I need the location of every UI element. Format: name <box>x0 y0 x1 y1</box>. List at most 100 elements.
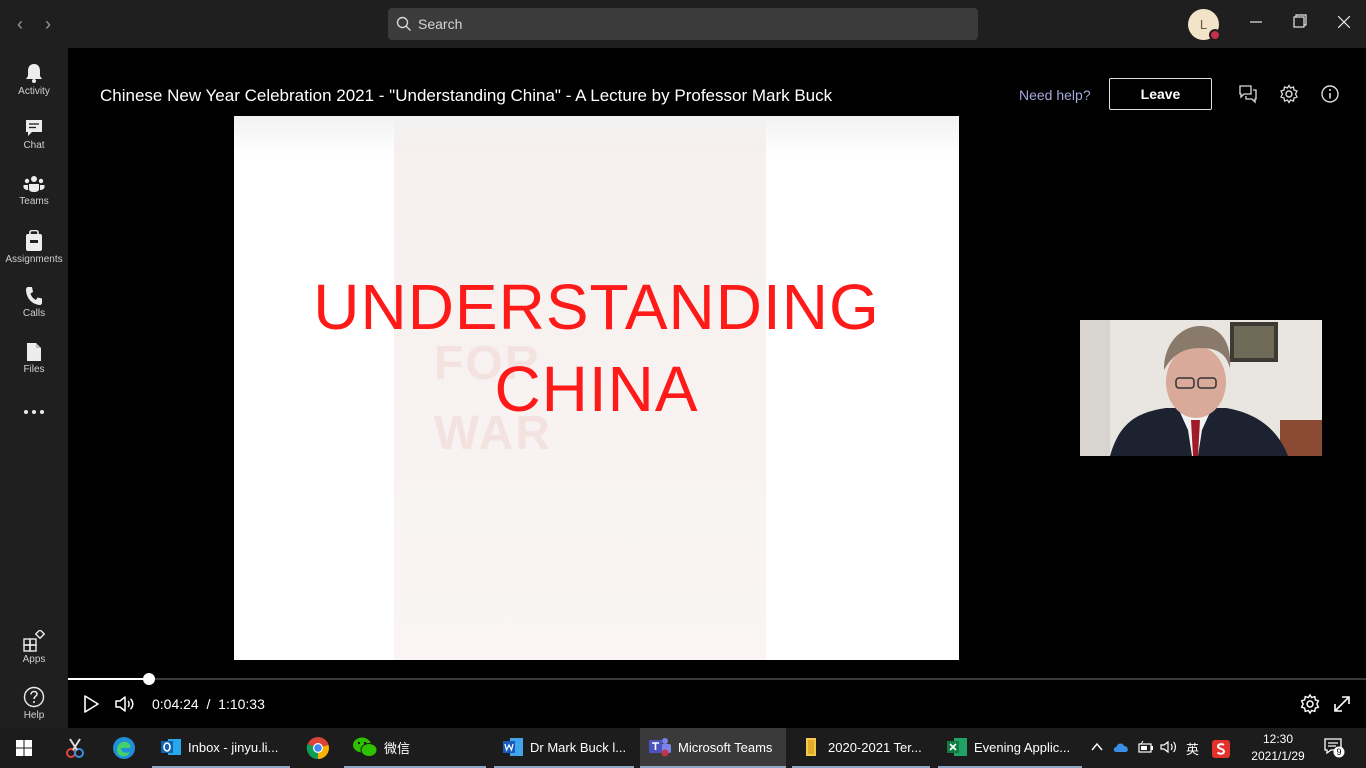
clock-date: 2021/1/29 <box>1251 749 1305 763</box>
playback-time: 0:04:24 / 1:10:33 <box>152 696 265 712</box>
clock-time: 12:30 <box>1262 732 1294 746</box>
title-bar: ‹ › Search L <box>0 0 1366 48</box>
rail-item-apps[interactable]: Apps <box>0 620 68 676</box>
speaker-icon <box>1160 740 1176 754</box>
rail-item-activity[interactable]: Activity <box>0 52 68 108</box>
taskbar-edge[interactable] <box>104 728 144 768</box>
speaker-video-frame <box>1080 320 1322 456</box>
taskbar-app-outlook[interactable]: Inbox - jinyu.li... <box>152 728 290 768</box>
rail-label-teams: Teams <box>19 196 49 207</box>
bell-icon <box>26 64 42 83</box>
progress-handle[interactable] <box>143 673 155 685</box>
taskbar-label: Dr Mark Buck l... <box>530 739 627 755</box>
rail-item-help[interactable]: Help <box>0 676 68 732</box>
need-help-link[interactable]: Need help? <box>1019 87 1091 103</box>
notification-count: 9 <box>1336 747 1342 757</box>
taskbar-app-explorer[interactable]: 2020-2021 Ter... <box>792 728 930 768</box>
start-button[interactable] <box>0 728 48 768</box>
back-icon[interactable]: ‹ <box>8 12 32 36</box>
assignments-icon <box>26 230 42 251</box>
windows-taskbar: Inbox - jinyu.li... 微信 Dr Mark Buck l... <box>0 728 1366 768</box>
slide-title-line-2: CHINA <box>494 353 699 425</box>
shared-slide: FOR WAR UNDERSTANDING CHINA <box>234 116 959 660</box>
play-icon[interactable] <box>80 693 102 715</box>
info-icon[interactable] <box>1320 84 1340 104</box>
volume-tray[interactable] <box>1160 740 1178 757</box>
chevron-up-icon <box>1091 742 1103 751</box>
more-icon <box>24 410 44 414</box>
meeting-title: Chinese New Year Celebration 2021 - "Und… <box>100 86 833 105</box>
system-clock[interactable]: 12:30 2021/1/29 <box>1244 731 1312 765</box>
presence-badge <box>1209 29 1221 41</box>
wechat-icon <box>353 737 378 757</box>
snipping-tool-icon <box>66 738 84 758</box>
slide-title-line-1: UNDERSTANDING <box>313 271 880 343</box>
speaker-video[interactable] <box>1080 320 1322 456</box>
file-icon <box>27 343 41 361</box>
taskbar-app-wechat[interactable]: 微信 <box>344 728 486 768</box>
slide-top-shade <box>234 116 959 156</box>
action-center-button[interactable]: 9 <box>1324 738 1346 761</box>
taskbar-app-excel[interactable]: Evening Applic... <box>938 728 1082 768</box>
rail-item-files[interactable]: Files <box>0 332 68 388</box>
help-icon <box>23 686 45 708</box>
battery-icon <box>1138 740 1153 753</box>
windows-icon <box>16 740 32 756</box>
current-time: 0:04:24 <box>152 696 199 712</box>
teams-icon <box>649 738 671 757</box>
taskbar-label: Inbox - jinyu.li... <box>188 739 279 755</box>
onedrive-tray[interactable] <box>1112 740 1130 757</box>
excel-icon <box>947 738 967 756</box>
rail-label-assignments: Assignments <box>5 254 63 265</box>
folder-icon <box>806 738 816 756</box>
rail-item-calls[interactable]: Calls <box>0 276 68 332</box>
input-method-indicator[interactable]: 英 <box>1186 739 1199 758</box>
rail-item-more[interactable] <box>0 388 68 444</box>
sogou-icon <box>1212 740 1230 758</box>
search-placeholder[interactable]: Search <box>418 16 462 32</box>
show-hidden-icons[interactable] <box>1090 740 1104 757</box>
settings-icon[interactable] <box>1279 84 1299 104</box>
teams-icon <box>23 176 45 192</box>
rail-item-assignments[interactable]: Assignments <box>0 220 68 276</box>
restore-icon[interactable] <box>1286 10 1314 38</box>
apps-icon <box>23 630 45 652</box>
settings-icon[interactable] <box>1299 693 1321 715</box>
rail-item-chat[interactable]: Chat <box>0 108 68 164</box>
chat-bubbles-icon[interactable] <box>1238 84 1258 104</box>
fullscreen-icon[interactable] <box>1331 693 1353 715</box>
time-separator: / <box>206 696 211 712</box>
search-box[interactable]: Search <box>388 8 978 40</box>
app-rail: Activity Chat Teams Assignments Calls Fi… <box>0 48 68 728</box>
taskbar-chrome[interactable] <box>298 728 340 768</box>
rail-label-calls: Calls <box>22 308 46 319</box>
volume-icon[interactable] <box>113 693 135 715</box>
chrome-icon <box>306 737 329 760</box>
rail-label-help: Help <box>23 710 45 721</box>
rail-label-files: Files <box>23 364 45 375</box>
taskbar-app-teams[interactable]: Microsoft Teams <box>640 728 786 768</box>
total-time: 1:10:33 <box>218 696 265 712</box>
rail-label-apps: Apps <box>22 654 46 665</box>
taskbar-pinned-app[interactable] <box>56 728 96 768</box>
taskbar-label: Evening Applic... <box>974 739 1071 755</box>
cloud-icon <box>1113 743 1128 752</box>
chat-icon <box>26 120 42 136</box>
taskbar-label: 2020-2021 Ter... <box>828 739 922 755</box>
leave-button[interactable]: Leave <box>1109 78 1212 110</box>
taskbar-label: Microsoft Teams <box>678 739 773 755</box>
rail-label-activity: Activity <box>18 86 50 97</box>
taskbar-label: 微信 <box>384 740 411 756</box>
taskbar-app-word[interactable]: Dr Mark Buck l... <box>494 728 634 768</box>
sogou-tray[interactable] <box>1212 740 1230 761</box>
progress-fill <box>68 678 149 680</box>
phone-icon <box>26 287 42 305</box>
close-icon[interactable] <box>1330 10 1358 38</box>
battery-tray[interactable] <box>1138 740 1154 757</box>
progress-bar[interactable] <box>68 673 1366 685</box>
rail-item-teams[interactable]: Teams <box>0 164 68 220</box>
search-icon <box>396 16 411 31</box>
forward-icon[interactable]: › <box>36 12 60 36</box>
minimize-icon[interactable] <box>1242 10 1270 38</box>
word-icon <box>503 738 523 756</box>
